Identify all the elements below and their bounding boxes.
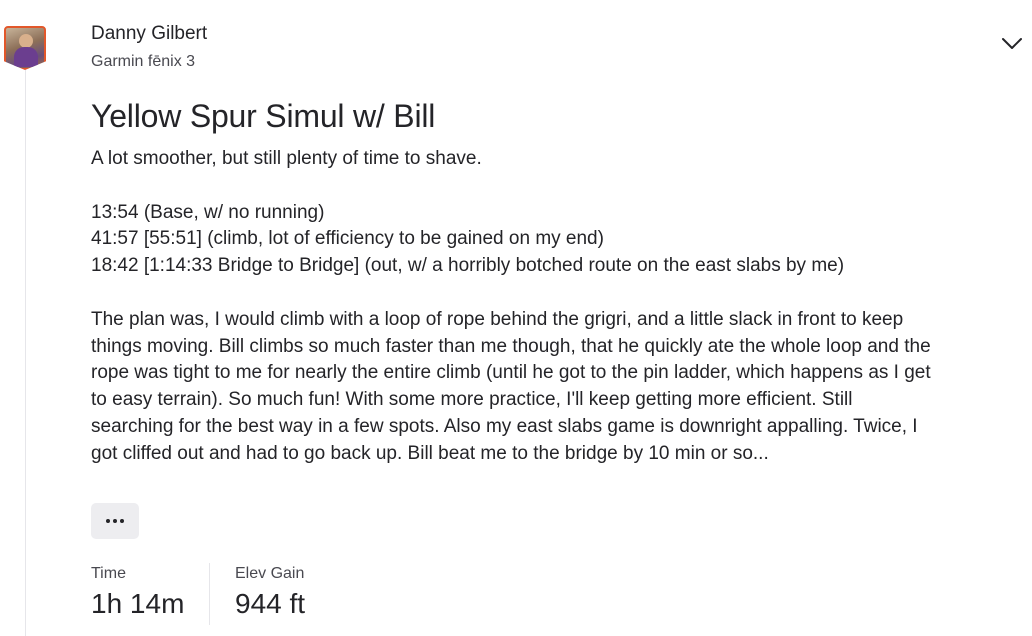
- stat-value: 944 ft: [235, 588, 306, 619]
- split-line: 18:42 [1:14:33 Bridge to Bridge] (out, w…: [91, 255, 845, 277]
- split-line: 41:57 [55:51] (climb, lot of efficiency …: [91, 228, 604, 250]
- athlete-name[interactable]: Danny Gilbert: [91, 23, 207, 45]
- more-horizontal-icon: [106, 519, 110, 523]
- more-button[interactable]: [91, 503, 139, 539]
- avatar-body: [14, 47, 38, 67]
- description-body: The plan was, I would climb with a loop …: [91, 308, 931, 464]
- stat-elev-gain: Elev Gain 944 ft: [235, 565, 305, 620]
- chevron-down-icon[interactable]: [1001, 33, 1023, 53]
- stat-divider: [209, 563, 210, 625]
- device-name: Garmin fēnix 3: [91, 53, 196, 70]
- stat-time: Time 1h 14m: [91, 565, 184, 620]
- split-line: 13:54 (Base, w/ no running): [91, 201, 325, 223]
- timeline-line: [25, 70, 26, 636]
- activity-description: A lot smoother, but still plenty of time…: [91, 146, 931, 468]
- avatar-head: [19, 34, 33, 48]
- activity-title[interactable]: Yellow Spur Simul w/ Bill: [91, 98, 435, 135]
- description-splits: 13:54 (Base, w/ no running) 41:57 [55:51…: [91, 200, 931, 280]
- more-horizontal-icon: [113, 519, 117, 523]
- more-horizontal-icon: [120, 519, 124, 523]
- avatar[interactable]: [4, 26, 46, 70]
- stat-label: Time: [91, 565, 126, 582]
- stat-label: Elev Gain: [235, 565, 305, 582]
- description-summary: A lot smoother, but still plenty of time…: [91, 148, 482, 169]
- stat-value: 1h 14m: [91, 588, 185, 619]
